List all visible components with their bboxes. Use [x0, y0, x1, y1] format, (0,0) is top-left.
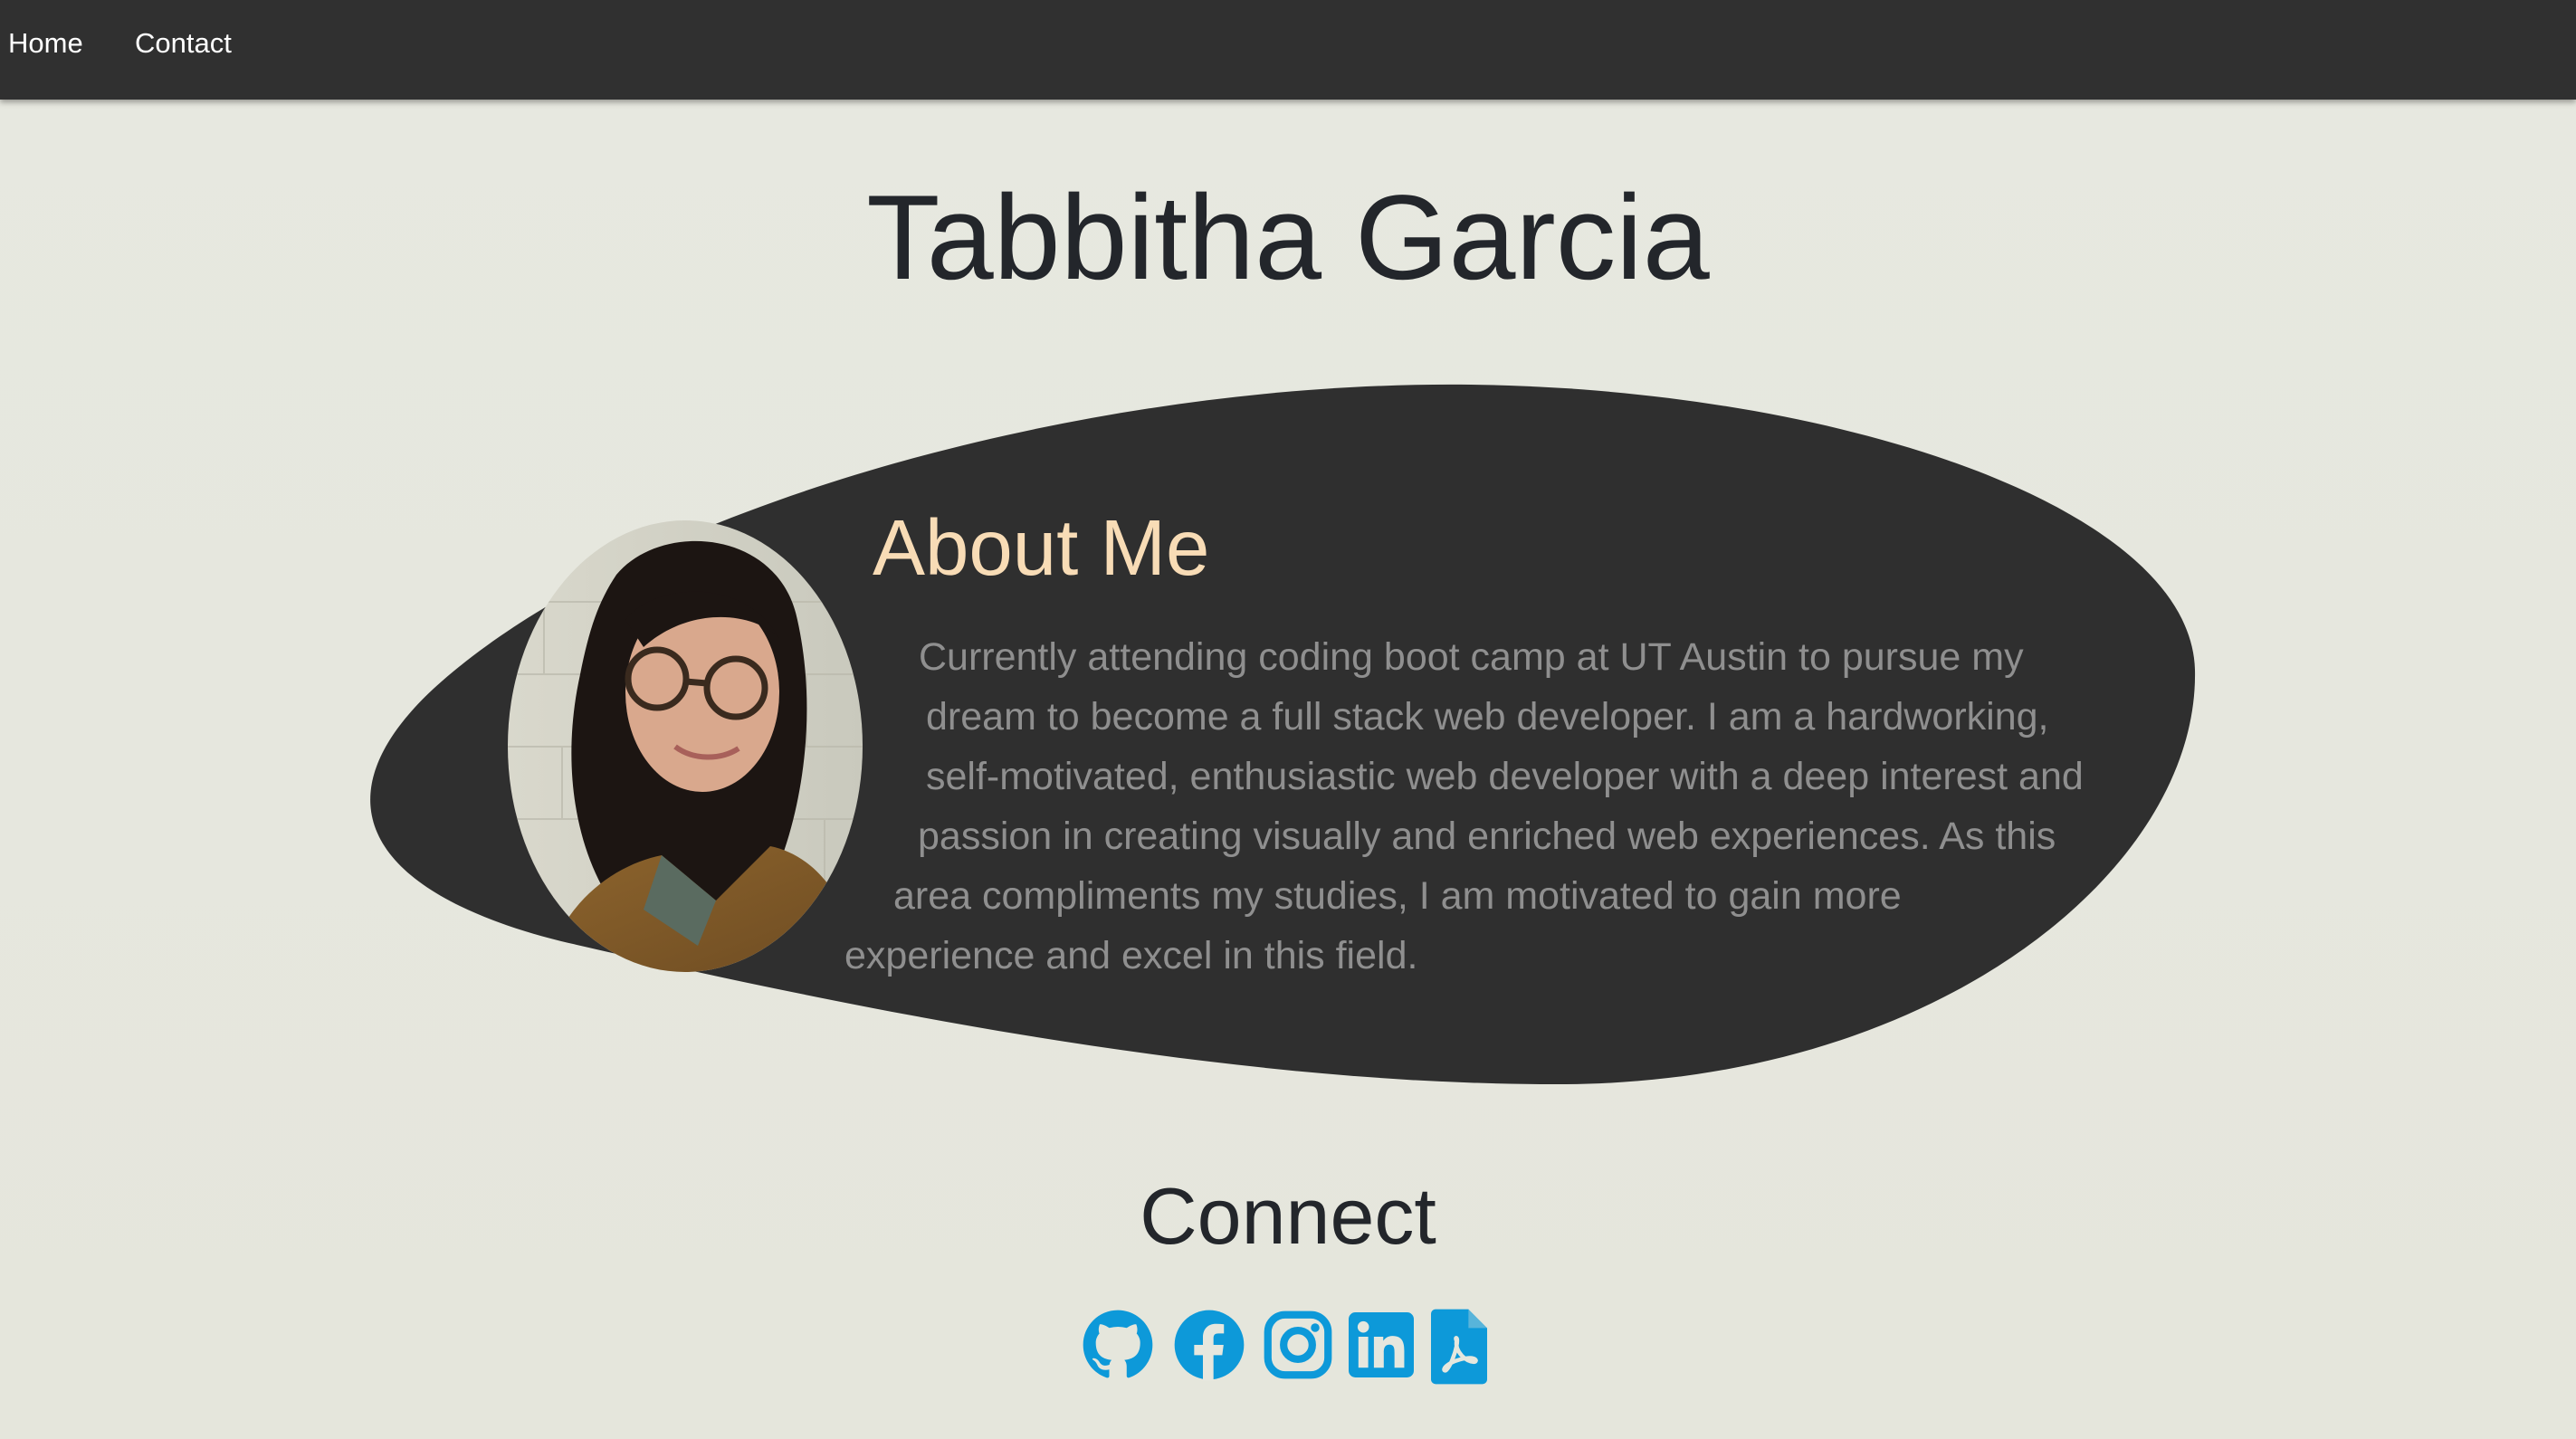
- connect-heading: Connect: [1140, 1171, 1436, 1261]
- about-text-line: area compliments my studies, I am motiva…: [893, 874, 1902, 918]
- pdf-resume-icon[interactable]: [1431, 1309, 1487, 1385]
- linkedin-icon[interactable]: [1349, 1309, 1414, 1385]
- about-text-line: self-motivated, enthusiastic web develop…: [926, 755, 2084, 798]
- about-text-line: dream to become a full stack web develop…: [926, 695, 2049, 739]
- about-heading: About Me: [873, 504, 1210, 592]
- github-icon[interactable]: [1082, 1309, 1154, 1385]
- instagram-icon[interactable]: [1264, 1309, 1332, 1385]
- profile-photo: [508, 520, 863, 972]
- facebook-icon[interactable]: [1173, 1309, 1245, 1385]
- about-text-line: Currently attending coding boot camp at …: [919, 635, 2024, 679]
- about-text-line: experience and excel in this field.: [844, 934, 1418, 977]
- about-text-line: passion in creating visually and enriche…: [918, 815, 2056, 858]
